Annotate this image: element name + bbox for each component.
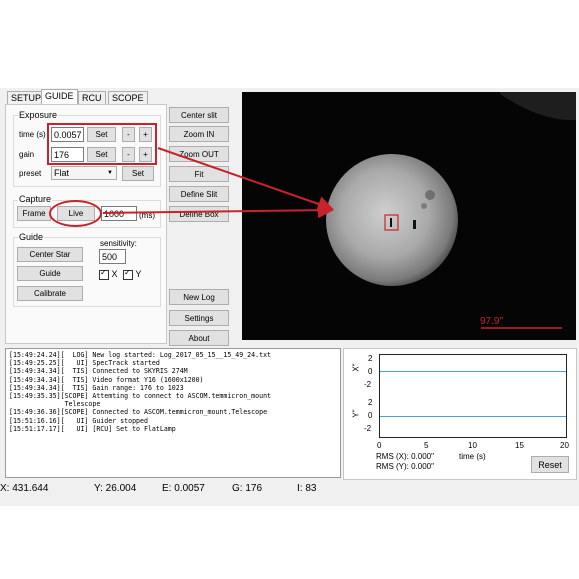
y-error-line [380,416,566,417]
y-error-axis-label: Y" [351,409,361,418]
x-error-axis-label: X" [351,363,361,372]
rms-x-readout: RMS (X): 0.000" [376,452,434,461]
top-tick-label: -2 [364,380,372,389]
x-tick-label: 5 [424,441,429,450]
arrow-exposure-to-image [157,147,334,212]
bottom-tick-label: 0 [368,411,373,420]
status-exposure: E: 0.0057 [162,483,205,494]
log-line: [15:49:25.25][ UI] SpecTrack started [9,359,160,368]
x-tick-label: 10 [468,441,477,450]
log-line: [15:49:24.24][ LOG] New log started: Log… [9,351,272,359]
x-error-line [380,371,566,372]
log-line: [15:49:36.36][SCOPE] Connected to ASCOM.… [9,408,268,417]
log-line: [15:51:16.16][ UI] Guider stopped [9,416,148,425]
status-intensity: I: 83 [297,483,317,494]
bottom-tick-label: -2 [364,424,372,433]
x-tick-label: 15 [515,441,524,450]
status-x: X: 431.644 [0,483,49,494]
log-line: [15:49:34.34][ TIS] Video format Y16 (16… [9,375,204,384]
log-output[interactable]: [15:49:24.24][ LOG] New log started: Log… [5,348,341,478]
bottom-tick-label: 2 [368,398,373,407]
status-gain: G: 176 [232,483,263,494]
guide-error-graph: 2 0 -2 X" 2 0 -2 Y" 0 5 10 15 20 time (s… [343,348,577,480]
log-line: [15:49:34.34][ TIS] Connected to SKYRIS … [9,367,188,376]
log-line: [15:51:17.17][ UI] [RCU] Set to FlatLamp [9,424,176,433]
log-line: [15:49:34.34][ TIS] Gain range: 176 to 1… [9,383,184,392]
plot-area [379,354,567,438]
top-tick-label: 0 [368,367,373,376]
status-y: Y: 26.004 [94,483,137,494]
x-tick-label: 0 [377,441,382,450]
annotation-arrows [102,147,334,219]
x-tick-label: 20 [560,441,569,450]
top-tick-label: 2 [368,354,373,363]
rms-y-readout: RMS (Y): 0.000" [376,462,434,471]
log-line: [15:49:35.35][SCOPE] Attemting to connec… [9,392,272,401]
reset-button[interactable]: Reset [531,456,569,473]
log-line: Telescope [9,400,101,409]
time-axis-title: time (s) [459,452,486,461]
arrow-live-to-image [102,202,334,219]
